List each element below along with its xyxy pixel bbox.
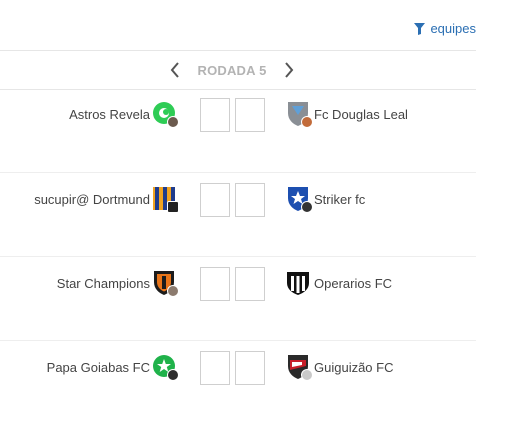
team-crest-icon [286, 354, 313, 381]
next-round-button[interactable] [282, 61, 296, 79]
round-navigator: RODADA 5 [0, 51, 476, 90]
away-score-input[interactable] [235, 183, 265, 217]
home-score-input[interactable] [200, 183, 230, 217]
team-crest-icon [286, 186, 313, 213]
match-row: Star Champions Operarios FC [0, 256, 476, 341]
team-crest-icon [152, 270, 179, 297]
home-score-input[interactable] [200, 351, 230, 385]
home-score-input[interactable] [200, 267, 230, 301]
home-team[interactable]: Star Champions [56, 270, 179, 297]
team-crest-icon [152, 354, 179, 381]
round-label: RODADA 5 [197, 62, 267, 78]
away-score-input[interactable] [235, 267, 265, 301]
away-team-name: Striker fc [314, 191, 366, 207]
away-team[interactable]: Operarios FC [286, 270, 392, 296]
home-team[interactable]: Papa Goiabas FC [46, 354, 179, 381]
funnel-icon [414, 22, 426, 35]
team-crest-icon [286, 270, 312, 296]
away-team-name: Guiguizão FC [314, 359, 394, 375]
away-team-name: Operarios FC [314, 275, 393, 291]
chevron-right-icon [285, 62, 294, 78]
match-row: Papa Goiabas FC Guiguizão FC [0, 340, 476, 425]
avatar [301, 201, 313, 213]
away-team[interactable]: Guiguizão FC [286, 354, 394, 381]
chevron-left-icon [170, 62, 179, 78]
home-team-name: Papa Goiabas FC [46, 359, 150, 375]
away-team[interactable]: Fc Douglas Leal [286, 101, 408, 128]
match-row: Astros Revela Fc Douglas Leal [0, 88, 476, 172]
away-score-input[interactable] [235, 98, 265, 132]
avatar [301, 116, 313, 128]
home-team[interactable]: sucupir@ Dortmund [34, 186, 179, 213]
avatar [167, 369, 179, 381]
team-crest-icon [286, 101, 313, 128]
filter-teams-button[interactable]: equipes [414, 21, 476, 36]
home-team-name: Star Champions [56, 275, 150, 291]
top-bar: equipes [0, 0, 476, 51]
home-team[interactable]: Astros Revela [69, 101, 179, 128]
avatar [167, 285, 179, 297]
team-crest-icon [152, 101, 179, 128]
avatar [301, 369, 313, 381]
avatar [167, 201, 179, 213]
previous-round-button[interactable] [168, 61, 182, 79]
away-team[interactable]: Striker fc [286, 186, 366, 213]
filter-label: equipes [430, 21, 476, 36]
team-crest-icon [152, 186, 179, 213]
match-row: sucupir@ Dortmund Striker fc [0, 172, 476, 257]
away-team-name: Fc Douglas Leal [314, 106, 408, 122]
home-team-name: Astros Revela [69, 106, 150, 122]
home-team-name: sucupir@ Dortmund [34, 191, 150, 207]
avatar [167, 116, 179, 128]
home-score-input[interactable] [200, 98, 230, 132]
away-score-input[interactable] [235, 351, 265, 385]
